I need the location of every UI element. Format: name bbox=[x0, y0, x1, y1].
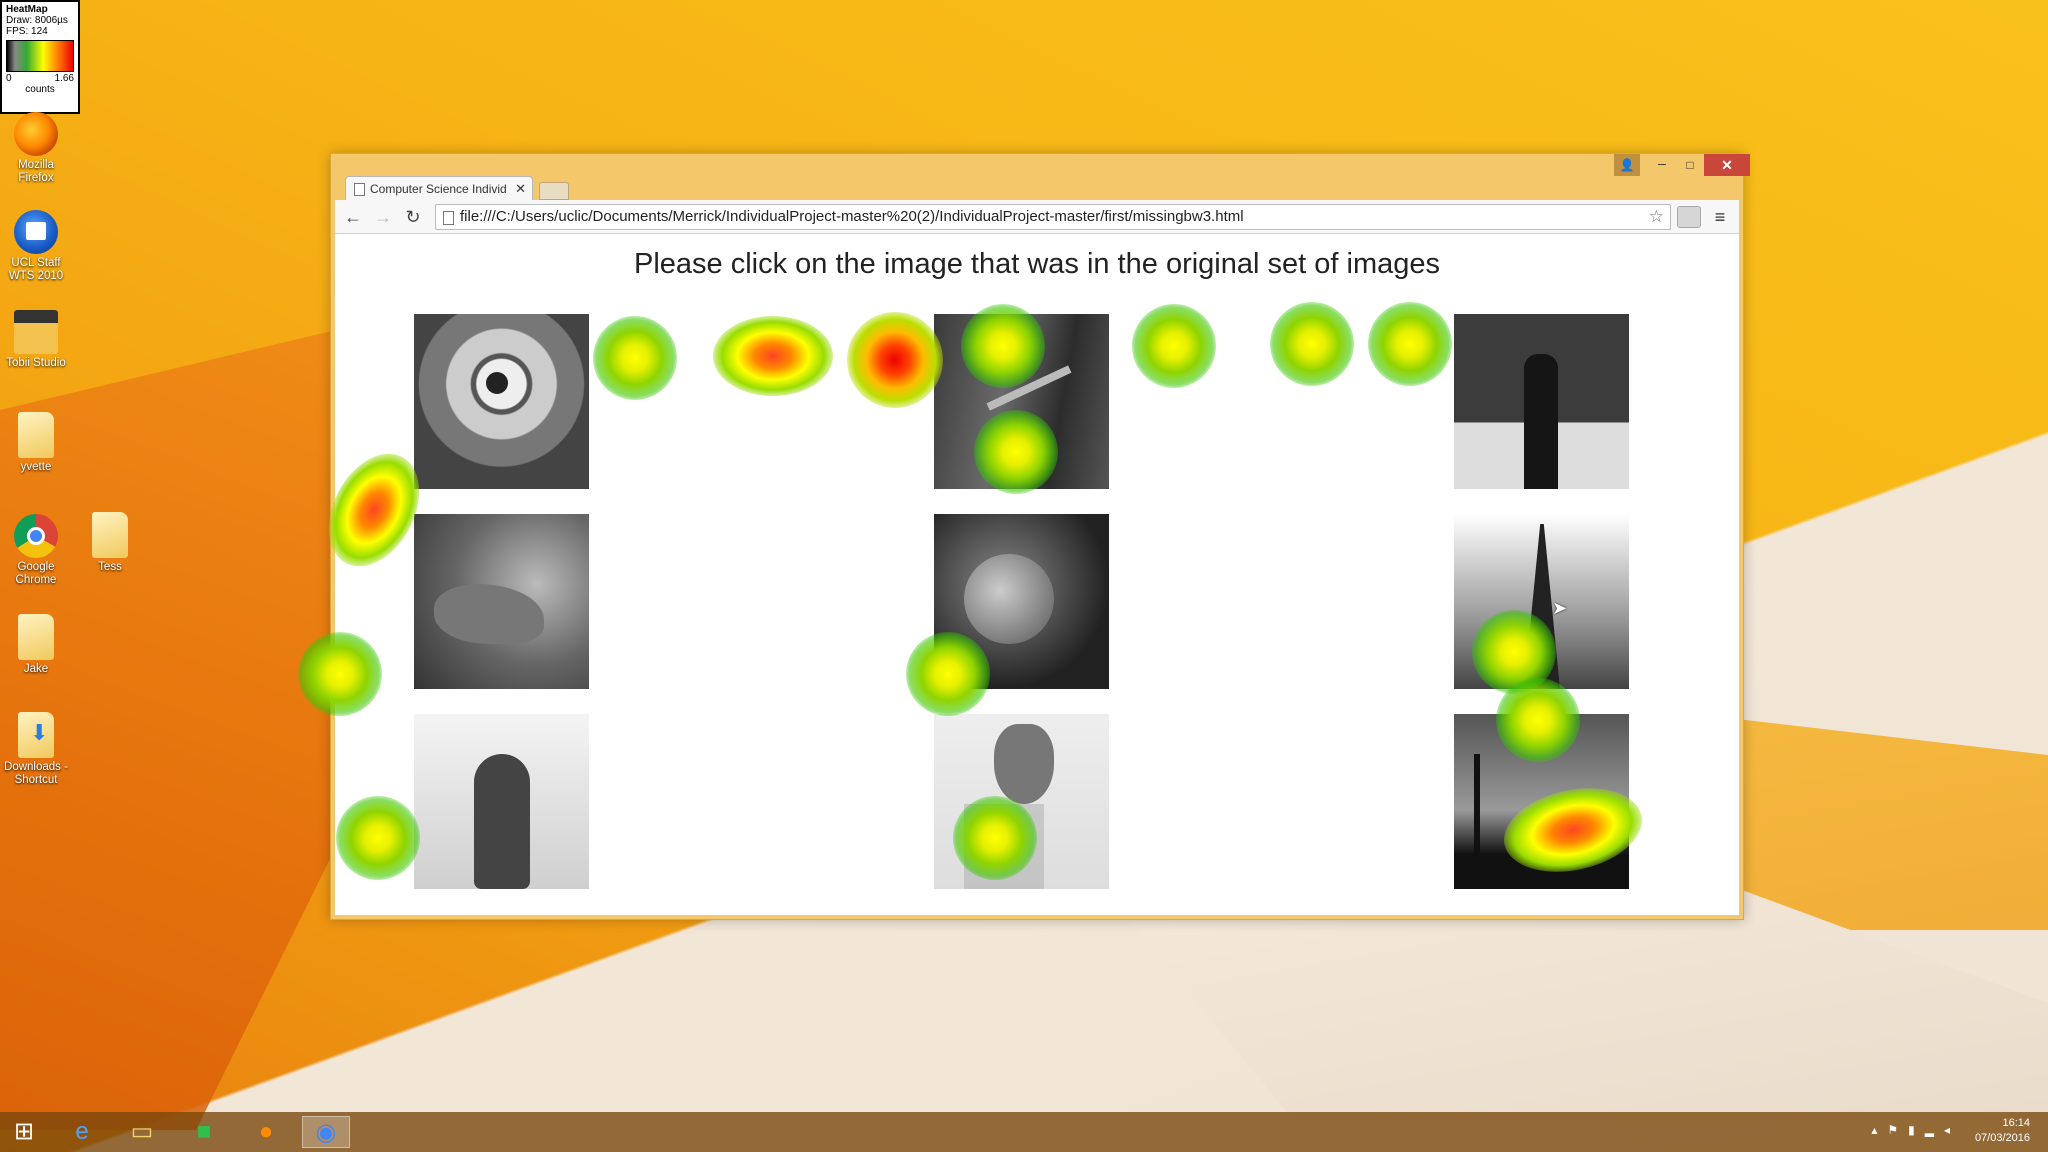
chrome-icon bbox=[14, 514, 58, 558]
image-strawberry[interactable] bbox=[934, 714, 1109, 889]
heatmap-color-scale bbox=[6, 40, 74, 72]
desktop-icon-label: Google Chrome bbox=[15, 561, 57, 586]
desktop-icon-downloads[interactable]: Downloads - Shortcut bbox=[0, 712, 72, 787]
page-prompt: Please click on the image that was in th… bbox=[634, 248, 1440, 280]
image-eiffel-tower[interactable] bbox=[1454, 514, 1629, 689]
bookmark-star-icon[interactable]: ☆ bbox=[1649, 205, 1664, 229]
firefox-icon bbox=[14, 112, 58, 156]
heatmap-legend-title: HeatMap bbox=[6, 4, 48, 15]
clock[interactable]: 16:14 07/03/2016 bbox=[1975, 1116, 2030, 1146]
desktop-icon-label: Jake bbox=[23, 663, 49, 675]
heatmap-fps: FPS: 124 bbox=[6, 26, 48, 37]
desktop-icon-label: Downloads - Shortcut bbox=[4, 761, 68, 786]
reload-button[interactable]: ↻ bbox=[401, 205, 425, 229]
desktop-icon-yvette[interactable]: yvette bbox=[0, 412, 72, 474]
address-bar[interactable]: file:///C:/Users/uclic/Documents/Merrick… bbox=[435, 204, 1671, 230]
start-icon[interactable]: ⊞ bbox=[4, 1116, 44, 1148]
taskbar: ⊞ e ▭ ■ ● ◉ ▴⚑▮▂◂ 16:14 07/03/2016 bbox=[0, 1112, 2048, 1152]
heatmap-draw-time: Draw: 8006µs bbox=[6, 15, 68, 26]
internet-explorer-icon[interactable]: e bbox=[58, 1116, 106, 1148]
browser-window: 👤 – □ ✕ Computer Science Individ ✕ ← → ↻… bbox=[330, 153, 1750, 920]
desktop-icon-jake[interactable]: Jake bbox=[0, 614, 72, 676]
remote-desktop-icon bbox=[14, 210, 58, 254]
image-key[interactable] bbox=[934, 314, 1109, 489]
forward-button[interactable]: → bbox=[371, 205, 395, 229]
minimize-button[interactable]: – bbox=[1648, 154, 1676, 176]
clock-time: 16:14 bbox=[2002, 1117, 2030, 1129]
desktop-icon-label: Tess bbox=[98, 561, 122, 573]
desktop-icon-firefox[interactable]: Mozilla Firefox bbox=[0, 112, 72, 185]
page-icon bbox=[354, 183, 365, 196]
heatmap-legend: HeatMap Draw: 8006µs FPS: 124 0 1.66 cou… bbox=[0, 0, 80, 114]
heatmap-units: counts bbox=[25, 84, 55, 95]
menu-icon[interactable]: ≡ bbox=[1709, 205, 1731, 229]
desktop-icon-label: Tobii Studio bbox=[6, 357, 66, 369]
folder-icon bbox=[18, 412, 54, 458]
image-bare-tree[interactable] bbox=[1454, 714, 1629, 889]
folder-icon bbox=[92, 512, 128, 558]
firefox-icon[interactable]: ● bbox=[242, 1116, 290, 1148]
tobii-studio-icon bbox=[14, 310, 58, 354]
desktop-icon-ucl-staff[interactable]: UCL Staff WTS 2010 bbox=[0, 210, 72, 283]
back-button[interactable]: ← bbox=[341, 205, 365, 229]
close-window-button[interactable]: ✕ bbox=[1704, 154, 1750, 176]
desktop-icon-label: yvette bbox=[20, 461, 52, 473]
chrome-icon[interactable]: ◉ bbox=[302, 1116, 350, 1148]
page-viewport: Please click on the image that was in th… bbox=[335, 234, 1739, 915]
mouse-cursor: ➤ bbox=[1552, 598, 1568, 618]
new-tab-button[interactable] bbox=[539, 182, 569, 200]
file-explorer-icon[interactable]: ▭ bbox=[118, 1116, 166, 1148]
tab-close-icon[interactable]: ✕ bbox=[515, 177, 526, 200]
tab-title: Computer Science Individ bbox=[370, 182, 507, 196]
desktop-icon-chrome[interactable]: Google Chrome bbox=[0, 514, 72, 587]
image-lightbulb[interactable] bbox=[934, 514, 1109, 689]
folder-icon bbox=[18, 614, 54, 660]
image-clown[interactable] bbox=[414, 314, 589, 489]
url-text: file:///C:/Users/uclic/Documents/Merrick… bbox=[460, 208, 1244, 225]
desktop-icon-label: Mozilla Firefox bbox=[18, 159, 54, 184]
document-icon bbox=[443, 211, 454, 225]
browser-tab[interactable]: Computer Science Individ ✕ bbox=[345, 176, 533, 200]
clock-date: 07/03/2016 bbox=[1974, 1132, 2030, 1144]
user-icon[interactable]: 👤 bbox=[1614, 154, 1640, 176]
image-woman[interactable] bbox=[1454, 314, 1629, 489]
desktop-icon-tess[interactable]: Tess bbox=[74, 512, 146, 574]
image-child[interactable] bbox=[414, 714, 589, 889]
heatmap-scale-min: 0 bbox=[6, 73, 12, 84]
store-icon[interactable]: ■ bbox=[180, 1116, 228, 1148]
maximize-button[interactable]: □ bbox=[1676, 154, 1704, 176]
image-dinosaur[interactable] bbox=[414, 514, 589, 689]
system-tray[interactable]: ▴⚑▮▂◂ bbox=[1871, 1123, 1960, 1137]
desktop-icon-label: UCL Staff WTS 2010 bbox=[8, 257, 64, 282]
heatmap-scale-max: 1.66 bbox=[54, 73, 74, 84]
desktop-icon-tobii-studio[interactable]: Tobii Studio bbox=[0, 310, 72, 370]
browser-toolbar: ← → ↻ file:///C:/Users/uclic/Documents/M… bbox=[335, 200, 1739, 234]
extension-icon[interactable] bbox=[1677, 206, 1701, 228]
downloads-shortcut-icon bbox=[18, 712, 54, 758]
